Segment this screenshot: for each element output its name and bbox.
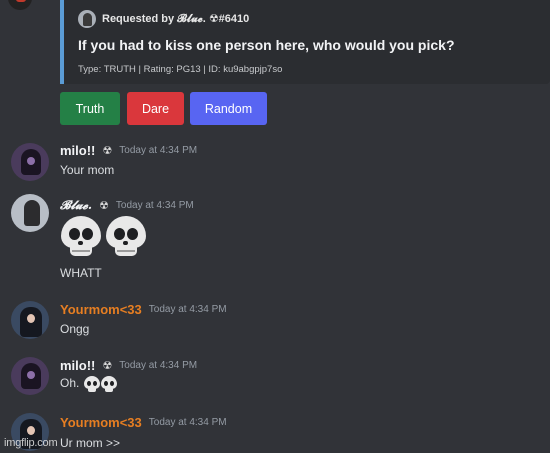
message-text: Ongg bbox=[60, 322, 90, 336]
radioactive-icon: ☢ bbox=[102, 360, 113, 372]
skull-icon bbox=[83, 376, 100, 392]
timestamp: Today at 4:34 PM bbox=[115, 200, 194, 211]
username[interactable]: Yourmom<33 bbox=[60, 415, 142, 430]
timestamp: Today at 4:34 PM bbox=[148, 417, 227, 428]
message-text: Oh. bbox=[60, 376, 80, 391]
avatar[interactable] bbox=[11, 143, 49, 181]
username[interactable]: milo!! bbox=[60, 143, 95, 158]
radioactive-icon: ☢ bbox=[102, 145, 113, 157]
skull-icon bbox=[105, 216, 147, 258]
skull-emoji-row bbox=[60, 216, 147, 258]
timestamp: Today at 4:34 PM bbox=[119, 145, 198, 156]
message-text: Ur mom >> bbox=[60, 436, 121, 450]
random-button[interactable]: Random bbox=[190, 92, 267, 125]
embed-question: If you had to kiss one person here, who … bbox=[78, 37, 455, 53]
truth-or-dare-embed: Requested by 𝓑𝓵𝓾𝓮. ☢#6410 If you had to … bbox=[60, 0, 550, 84]
skull-icon bbox=[60, 216, 102, 258]
username[interactable]: milo!! bbox=[60, 358, 95, 373]
message-text: Your mom bbox=[60, 163, 115, 177]
message-text-row: Oh. bbox=[60, 376, 117, 392]
radioactive-icon: ☢ bbox=[99, 200, 109, 212]
avatar[interactable] bbox=[11, 194, 49, 232]
truth-button[interactable]: Truth bbox=[60, 92, 120, 125]
avatar[interactable] bbox=[11, 301, 49, 339]
imgflip-watermark: imgflip.com bbox=[4, 437, 58, 449]
skull-icon bbox=[100, 376, 117, 392]
username[interactable]: 𝓑𝓵𝓾𝓮. bbox=[60, 198, 92, 213]
message-text: WHATT bbox=[60, 266, 102, 280]
timestamp: Today at 4:34 PM bbox=[119, 360, 198, 371]
embed-author-text: Requested by 𝓑𝓵𝓾𝓮. ☢#6410 bbox=[102, 13, 250, 25]
timestamp: Today at 4:34 PM bbox=[148, 304, 227, 315]
author-avatar-icon bbox=[78, 10, 96, 28]
embed-footer: Type: TRUTH | Rating: PG13 | ID: ku9abgp… bbox=[78, 64, 283, 75]
embed-author: Requested by 𝓑𝓵𝓾𝓮. ☢#6410 bbox=[78, 10, 249, 28]
username[interactable]: Yourmom<33 bbox=[60, 302, 142, 317]
avatar[interactable] bbox=[11, 357, 49, 395]
dare-button[interactable]: Dare bbox=[127, 92, 184, 125]
previous-message-avatar[interactable] bbox=[8, 0, 32, 10]
